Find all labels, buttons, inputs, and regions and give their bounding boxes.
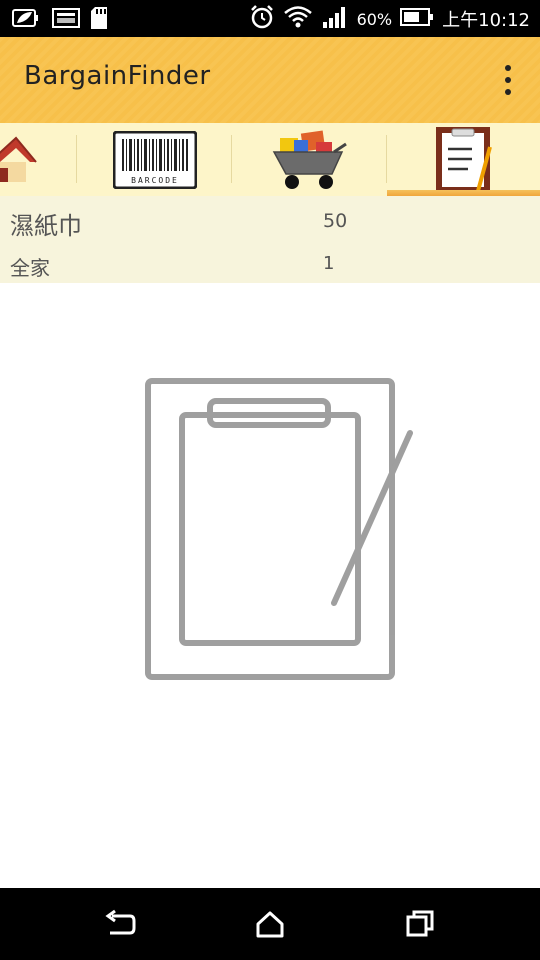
house-icon — [0, 132, 40, 188]
leaf-icon — [12, 7, 42, 33]
battery-icon — [400, 7, 434, 31]
clipboard-pencil-icon — [140, 375, 420, 685]
barcode-icon: BARCODE — [112, 130, 197, 189]
overflow-menu-icon[interactable] — [502, 65, 514, 95]
signal-icon — [321, 5, 349, 33]
app-bar: BargainFinder — [0, 37, 540, 123]
status-bar: 60% 上午10:12 — [0, 0, 540, 37]
item-value: 50 — [323, 210, 348, 232]
wifi-icon — [283, 4, 313, 34]
tab-home[interactable] — [0, 123, 77, 196]
sd-card-icon — [90, 6, 108, 34]
item-name: 濕紙巾 — [10, 212, 82, 240]
battery-percent: 60% — [356, 9, 393, 29]
item-list: 濕紙巾 50 全家 1 — [0, 196, 540, 283]
image-icon — [52, 7, 80, 33]
tab-cart[interactable] — [232, 123, 387, 196]
back-icon[interactable] — [100, 904, 140, 944]
app-title: BargainFinder — [24, 61, 211, 91]
item-value: 1 — [323, 253, 335, 274]
tab-list[interactable] — [387, 123, 540, 196]
clipboard-icon — [432, 125, 496, 195]
shopping-cart-icon — [272, 128, 348, 192]
alarm-icon — [249, 4, 275, 34]
item-name: 全家 — [10, 256, 50, 280]
navigation-bar — [0, 888, 540, 960]
list-item[interactable]: 濕紙巾 50 — [0, 206, 540, 240]
status-time: 上午10:12 — [442, 10, 530, 31]
list-item[interactable]: 全家 1 — [0, 252, 540, 280]
recents-icon[interactable] — [400, 904, 440, 944]
tab-barcode[interactable]: BARCODE — [77, 123, 232, 196]
tab-strip: BARCODE — [0, 123, 540, 196]
barcode-text: BARCODE — [131, 176, 179, 185]
home-icon[interactable] — [250, 904, 290, 944]
